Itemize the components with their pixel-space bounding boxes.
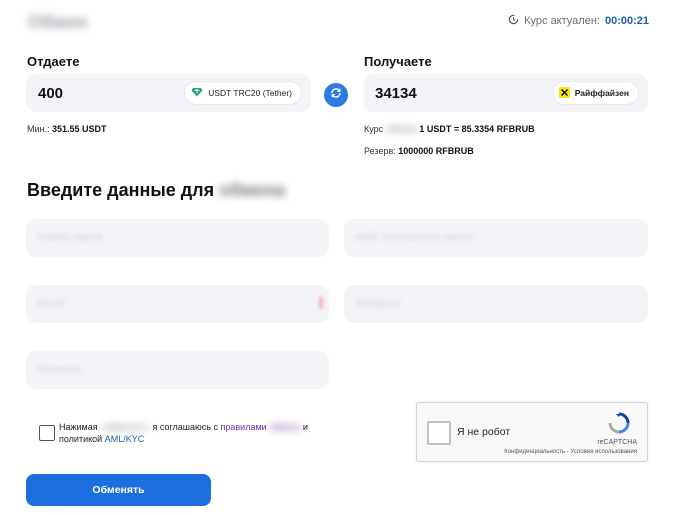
form-heading-blurred: обмена [219,180,286,200]
give-min: Мин.: 351.55 USDT [27,124,107,134]
aml-kyc-link[interactable]: AML/KYC [105,434,145,444]
card-number-field[interactable]: Номер карты [26,219,329,257]
rate-label: Курс [364,124,384,134]
receive-amount-field[interactable]: 34134 Райффайзен [363,74,648,112]
telegram-placeholder: Telegram [356,298,402,308]
exchange-submit-button[interactable]: Обменять [26,474,211,506]
recaptcha-checkbox[interactable] [427,421,451,445]
rate-timer: Курс актуален: 00:00:21 [508,14,649,28]
telegram-field[interactable]: Telegram [344,285,648,323]
recaptcha-brand: reCAPTCHA [597,439,637,446]
email-placeholder: Email [38,298,66,308]
reserve-value: 1000000 RFBRUB [398,146,474,156]
recaptcha-widget: Я не робот reCAPTCHA Конфиденциальность … [416,402,648,462]
give-min-value: 351.55 USDT [52,124,107,134]
receive-amount-value[interactable]: 34134 [375,85,417,102]
give-currency-label: USDT TRC20 (Tether) [208,88,292,98]
agree-text-and: и [302,422,308,432]
reserve: Резерв: 1000000 RFBRUB [364,146,474,156]
form-heading-text: Введите данные для [27,180,215,200]
rate-label-blurred: обмена [385,124,417,134]
swap-arrows-icon [329,86,343,105]
rate-value: 1 USDT = 85.3354 RFBRUB [419,124,535,134]
timer-label: Курс актуален: [524,15,600,27]
give-amount-value[interactable]: 400 [38,85,63,102]
give-min-label: Мин.: [27,124,50,134]
page-title: Обмен [28,12,88,32]
give-amount-field[interactable]: 400 USDT TRC20 (Tether) [26,74,311,112]
give-label: Отдаете [27,54,80,69]
card-holder-field[interactable]: ФИО получателя карты [344,219,648,257]
agree-text-start: Нажимая [59,422,98,432]
rules-link-blurred[interactable]: обмена [269,422,300,432]
agree-text-policy: политикой [59,434,103,444]
agree-checkbox[interactable] [39,425,55,441]
receive-label: Получаете [364,54,432,69]
agree-text-blurred: «обменять» [100,422,150,432]
rules-link[interactable]: правилами [221,422,267,432]
give-currency-select[interactable]: USDT TRC20 (Tether) [185,82,301,104]
agree-text-mid: я соглашаюсь с [152,422,218,432]
exchange-rate: Курс обмена 1 USDT = 85.3354 RFBRUB [364,124,535,134]
recaptcha-terms[interactable]: Конфиденциальность - Условия использован… [504,449,637,455]
recaptcha-logo-icon [607,411,631,440]
email-field[interactable]: Email [26,285,329,323]
recaptcha-label: Я не робот [457,426,511,438]
reserve-label: Резерв: [364,146,396,156]
card-number-placeholder: Номер карты [38,232,104,242]
required-marker [319,297,323,309]
form-heading: Введите данные для обмена [27,180,285,201]
wallet-placeholder: Кошелек [38,364,82,374]
agreement-text: Нажимая «обменять» я соглашаюсь с правил… [59,421,321,445]
receive-currency-label: Райффайзен [574,88,629,98]
clock-refresh-icon [508,14,519,28]
receive-currency-select[interactable]: Райффайзен [552,82,638,104]
card-holder-placeholder: ФИО получателя карты [356,232,474,242]
timer-value: 00:00:21 [604,15,649,27]
swap-button[interactable] [324,83,348,107]
wallet-field[interactable]: Кошелек [26,351,329,389]
tether-diamond-icon [191,87,203,99]
raiffeisen-icon [558,86,570,100]
